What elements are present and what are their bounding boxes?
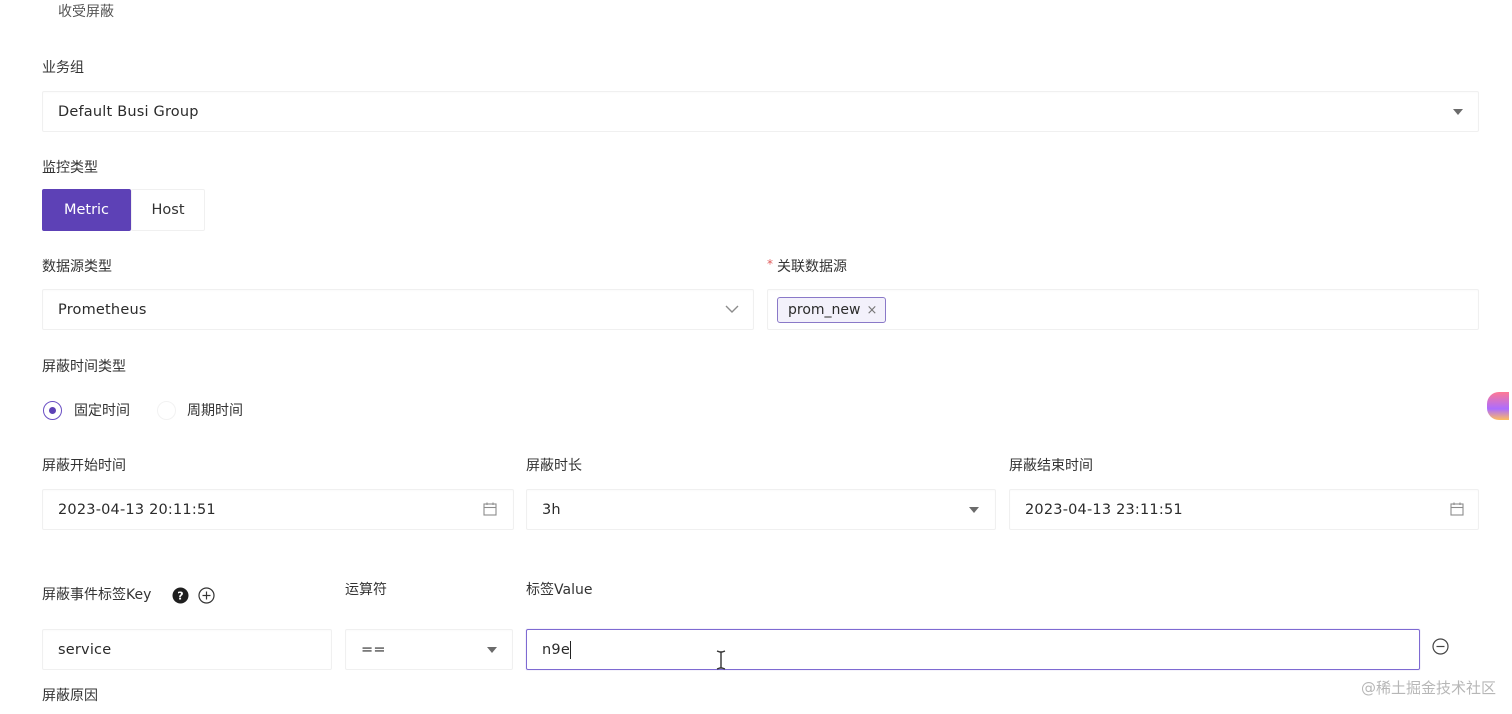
tag-value-value: n9e xyxy=(542,642,570,658)
tag-key-label: 屏蔽事件标签Key xyxy=(42,587,152,603)
radio-fixed-time[interactable] xyxy=(43,401,62,420)
mute-end-value: 2023-04-13 23:11:51 xyxy=(1025,502,1183,518)
business-group-value: Default Busi Group xyxy=(58,104,199,120)
tag-key-input[interactable]: service xyxy=(42,629,332,670)
operator-value: == xyxy=(361,642,386,658)
mute-start-value: 2023-04-13 20:11:51 xyxy=(58,502,216,518)
calendar-icon xyxy=(1450,502,1464,516)
tag-key-value: service xyxy=(58,642,112,658)
operator-select[interactable]: == xyxy=(345,629,513,670)
help-icon[interactable]: ? xyxy=(172,587,189,604)
mute-duration-label: 屏蔽时长 xyxy=(526,458,582,474)
linked-datasource-label: * 关联数据源 xyxy=(767,257,847,277)
operator-label: 运算符 xyxy=(345,582,387,598)
chevron-down-icon xyxy=(725,305,739,313)
datasource-tag: prom_new × xyxy=(777,297,887,323)
caret-down-icon xyxy=(487,647,497,653)
datasource-type-select[interactable]: Prometheus xyxy=(42,289,754,330)
mute-duration-select[interactable]: 3h xyxy=(526,489,996,530)
top-cut-label: 收受屏蔽 xyxy=(58,4,114,20)
linked-datasource-select[interactable]: prom_new × xyxy=(767,289,1479,330)
help-glyph: ? xyxy=(177,590,183,603)
datasource-tag-label: prom_new xyxy=(788,302,861,318)
mute-duration-value: 3h xyxy=(542,502,561,518)
business-group-select[interactable]: Default Busi Group xyxy=(42,91,1479,132)
monitor-type-label: 监控类型 xyxy=(42,160,98,176)
mute-end-label: 屏蔽结束时间 xyxy=(1009,458,1093,474)
mute-start-picker[interactable]: 2023-04-13 20:11:51 xyxy=(42,489,514,530)
tag-value-input[interactable]: n9e xyxy=(526,629,1420,670)
caret-down-icon xyxy=(1453,109,1463,115)
radio-periodic-time-label[interactable]: 周期时间 xyxy=(187,401,243,421)
datasource-type-value: Prometheus xyxy=(58,302,147,318)
monitor-type-host-button[interactable]: Host xyxy=(131,189,205,231)
required-mark: * xyxy=(767,257,773,271)
radio-periodic-time[interactable] xyxy=(157,401,176,420)
tag-close-icon[interactable]: × xyxy=(866,303,877,318)
i-beam-cursor-icon xyxy=(716,650,726,670)
mute-time-type-label: 屏蔽时间类型 xyxy=(42,359,126,375)
caret-down-icon xyxy=(969,507,979,513)
mute-reason-label: 屏蔽原因 xyxy=(42,688,98,704)
remove-circle-icon[interactable] xyxy=(1432,638,1449,655)
datasource-type-label: 数据源类型 xyxy=(42,259,112,275)
linked-datasource-label-text: 关联数据源 xyxy=(777,259,847,275)
business-group-label: 业务组 xyxy=(42,60,84,76)
mute-end-picker[interactable]: 2023-04-13 23:11:51 xyxy=(1009,489,1479,530)
add-circle-icon[interactable] xyxy=(198,587,215,604)
mute-start-label: 屏蔽开始时间 xyxy=(42,458,126,474)
calendar-icon xyxy=(483,502,497,516)
monitor-type-metric-button[interactable]: Metric xyxy=(42,189,131,231)
tag-value-label: 标签Value xyxy=(526,582,593,598)
watermark-text: @稀土掘金技术社区 xyxy=(1360,679,1496,697)
floating-assistant-icon[interactable] xyxy=(1487,392,1509,420)
radio-fixed-time-label[interactable]: 固定时间 xyxy=(74,401,130,421)
mute-rule-form: 收受屏蔽 业务组 Default Busi Group 监控类型 Metric … xyxy=(0,0,1512,714)
text-cursor xyxy=(570,641,571,659)
